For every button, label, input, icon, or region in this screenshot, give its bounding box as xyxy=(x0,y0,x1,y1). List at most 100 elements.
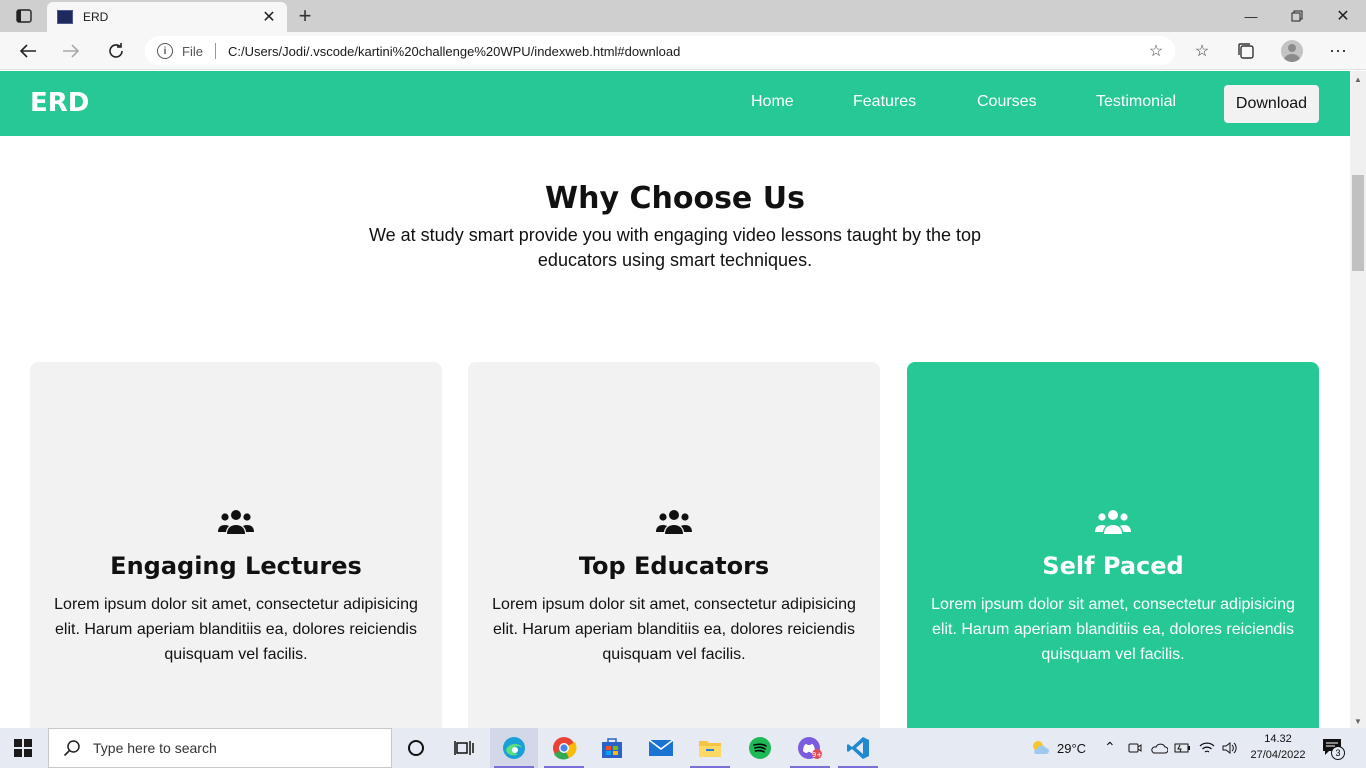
volume-icon[interactable] xyxy=(1222,741,1238,755)
card-text: Lorem ipsum dolor sit amet, consectetur … xyxy=(492,596,856,663)
card-title: Top Educators xyxy=(578,552,770,580)
favicon-icon xyxy=(57,10,73,24)
edge-icon xyxy=(503,737,525,759)
cortana-icon xyxy=(408,740,424,756)
store-taskbar-app[interactable] xyxy=(588,728,636,768)
windows-taskbar: Type here to search 9+ 29°C ⌃ 14.32 27/0… xyxy=(0,728,1366,768)
file-label: File xyxy=(182,43,203,59)
weather-temperature[interactable]: 29°C xyxy=(1057,741,1086,756)
discord-taskbar-app[interactable]: 9+ xyxy=(786,728,834,768)
section-title: Why Choose Us xyxy=(545,181,805,216)
more-options-icon[interactable]: ⋯ xyxy=(1324,37,1352,65)
info-icon[interactable]: i xyxy=(157,43,173,59)
section-subtitle: We at study smart provide you with engag… xyxy=(368,225,982,270)
page-viewport: ERD Home Features Courses Testimonial Do… xyxy=(0,71,1350,728)
wifi-icon[interactable] xyxy=(1199,741,1215,755)
feature-card-lectures: Engaging Lectures Lorem ipsum dolor sit … xyxy=(30,362,442,728)
nav-testimonial-link[interactable]: Testimonial xyxy=(1096,93,1176,111)
restore-button[interactable] xyxy=(1274,0,1320,32)
profile-button[interactable] xyxy=(1278,37,1306,65)
tab-actions-button[interactable] xyxy=(8,6,40,26)
onedrive-icon[interactable] xyxy=(1150,741,1168,755)
download-button[interactable]: Download xyxy=(1224,85,1319,123)
mail-taskbar-app[interactable] xyxy=(637,728,685,768)
taskbar-clock[interactable]: 14.32 27/04/2022 xyxy=(1248,731,1308,763)
chrome-icon xyxy=(553,737,577,760)
task-view-button[interactable] xyxy=(440,728,488,768)
nav-home-link[interactable]: Home xyxy=(751,93,794,111)
favorites-icon[interactable]: ☆ xyxy=(1188,37,1216,65)
add-favorite-icon[interactable]: ☆ xyxy=(1145,40,1167,62)
windows-logo-icon xyxy=(14,739,22,747)
address-bar[interactable]: i File C:/Users/Jodi/.vscode/kartini%20c… xyxy=(145,36,1175,66)
chrome-taskbar-app[interactable] xyxy=(540,728,588,768)
avatar xyxy=(1281,40,1303,62)
windows-logo-icon xyxy=(14,749,22,757)
cortana-button[interactable] xyxy=(392,728,440,768)
clock-time: 14.32 xyxy=(1264,733,1292,745)
back-button[interactable] xyxy=(14,37,42,65)
spotify-taskbar-app[interactable] xyxy=(736,728,784,768)
collections-button[interactable] xyxy=(1232,37,1260,65)
notifications-button[interactable]: 3 xyxy=(1322,738,1346,760)
scroll-down-icon[interactable]: ▼ xyxy=(1354,717,1362,726)
refresh-icon xyxy=(109,43,123,58)
collections-icon xyxy=(1238,43,1254,59)
users-icon xyxy=(218,510,254,534)
show-hidden-icons[interactable]: ⌃ xyxy=(1104,739,1116,756)
users-icon xyxy=(656,510,692,534)
card-text: Lorem ipsum dolor sit amet, consectetur … xyxy=(931,596,1295,663)
svg-text:9+: 9+ xyxy=(812,751,822,759)
vscode-taskbar-app[interactable] xyxy=(834,728,882,768)
minimize-button[interactable]: — xyxy=(1228,0,1274,32)
close-tab-icon[interactable]: ✕ xyxy=(261,7,277,27)
file-explorer-taskbar-app[interactable] xyxy=(686,728,734,768)
scroll-up-icon[interactable]: ▲ xyxy=(1354,75,1362,84)
search-icon xyxy=(63,740,80,757)
restore-icon xyxy=(1291,10,1303,22)
store-icon xyxy=(602,738,622,758)
nav-courses-link[interactable]: Courses xyxy=(977,93,1037,111)
weather-icon[interactable] xyxy=(1030,738,1050,758)
folder-icon xyxy=(699,741,721,757)
edge-taskbar-app[interactable] xyxy=(490,728,538,768)
taskbar-search[interactable]: Type here to search xyxy=(48,728,392,768)
new-tab-button[interactable]: + xyxy=(293,4,317,28)
address-divider xyxy=(214,43,216,59)
users-icon xyxy=(1095,510,1131,534)
card-title: Self Paced xyxy=(1042,552,1184,580)
refresh-button[interactable] xyxy=(102,37,130,65)
task-view-icon xyxy=(454,741,474,755)
search-placeholder: Type here to search xyxy=(93,740,217,756)
card-text: Lorem ipsum dolor sit amet, consectetur … xyxy=(54,596,418,663)
browser-tabstrip: ERD ✕ + — ✕ xyxy=(0,0,1366,32)
start-button[interactable] xyxy=(14,739,32,757)
notification-count-badge: 3 xyxy=(1331,746,1345,760)
back-arrow-icon xyxy=(19,44,36,58)
forward-button[interactable] xyxy=(57,37,85,65)
vscode-icon xyxy=(847,737,869,759)
browser-tab[interactable]: ERD ✕ xyxy=(47,2,287,32)
spotify-icon xyxy=(749,737,771,759)
discord-icon: 9+ xyxy=(798,737,822,759)
site-navbar: ERD Home Features Courses Testimonial Do… xyxy=(0,71,1350,136)
forward-arrow-icon xyxy=(63,44,80,58)
feature-card-self-paced: Self Paced Lorem ipsum dolor sit amet, c… xyxy=(907,362,1319,728)
battery-icon[interactable] xyxy=(1174,741,1192,755)
browser-toolbar: i File C:/Users/Jodi/.vscode/kartini%20c… xyxy=(0,32,1366,70)
mail-icon xyxy=(648,739,674,756)
card-title: Engaging Lectures xyxy=(110,552,362,580)
tab-title: ERD xyxy=(83,10,109,24)
scroll-thumb[interactable] xyxy=(1352,175,1364,271)
tab-actions-icon xyxy=(16,9,32,23)
site-logo[interactable]: ERD xyxy=(30,88,89,118)
close-window-button[interactable]: ✕ xyxy=(1320,0,1366,32)
windows-logo-icon xyxy=(24,749,32,757)
feature-card-educators: Top Educators Lorem ipsum dolor sit amet… xyxy=(468,362,880,728)
nav-features-link[interactable]: Features xyxy=(853,93,916,111)
clock-date: 27/04/2022 xyxy=(1250,749,1306,761)
page-scrollbar[interactable]: ▲ ▼ xyxy=(1350,71,1366,728)
windows-logo-icon xyxy=(24,739,32,747)
url-text[interactable]: C:/Users/Jodi/.vscode/kartini%20challeng… xyxy=(228,44,1145,59)
meet-now-icon[interactable] xyxy=(1128,741,1142,755)
